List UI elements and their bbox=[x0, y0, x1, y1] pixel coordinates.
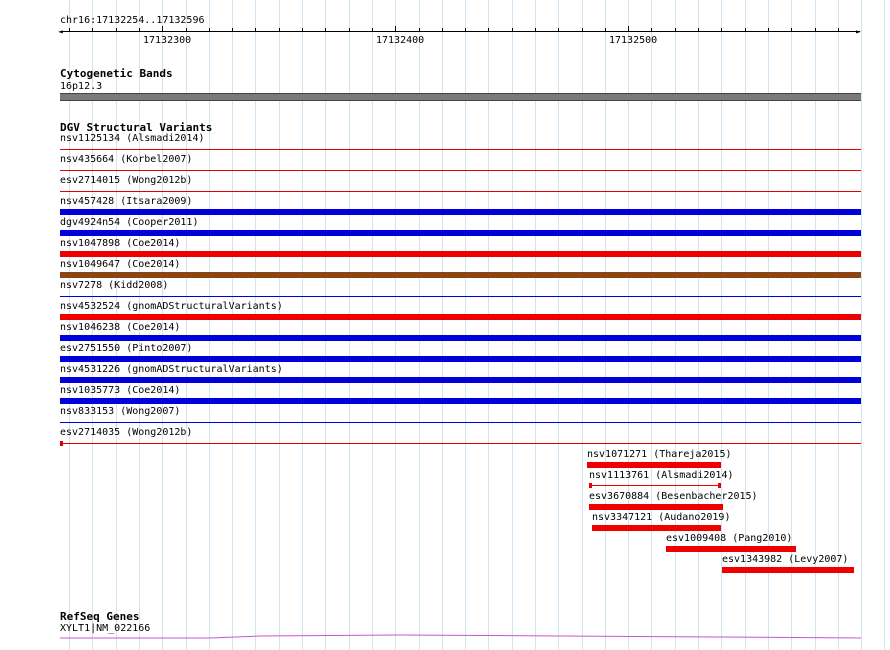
left-arrow-icon: ◄ bbox=[58, 28, 63, 36]
ruler-tick bbox=[745, 28, 746, 31]
variant-feature[interactable] bbox=[60, 356, 861, 362]
variant-feature[interactable] bbox=[60, 209, 861, 215]
ruler-tick bbox=[605, 28, 606, 31]
variant-label: nsv1046238 (Coe2014) bbox=[60, 322, 181, 333]
variant-feature[interactable] bbox=[60, 170, 861, 171]
ruler-tick bbox=[838, 28, 839, 31]
variant-label: dgv4924n54 (Cooper2011) bbox=[60, 217, 199, 228]
variant-label: esv1009408 (Pang2010) bbox=[666, 533, 793, 544]
ruler-tick bbox=[419, 28, 420, 31]
variant-label: nsv4532524 (gnomADStructuralVariants) bbox=[60, 301, 283, 312]
ruler-tick bbox=[768, 28, 769, 31]
variant-label: nsv1049647 (Coe2014) bbox=[60, 259, 181, 270]
ruler-tick bbox=[232, 28, 233, 31]
ruler-tick bbox=[465, 28, 466, 31]
variant-label: nsv435664 (Korbel2007) bbox=[60, 154, 193, 165]
variant-feature[interactable] bbox=[60, 335, 861, 341]
variant-feature[interactable] bbox=[592, 525, 721, 531]
variant-feature[interactable] bbox=[666, 546, 796, 552]
ruler-tick bbox=[815, 28, 816, 31]
variant-label: nsv1035773 (Coe2014) bbox=[60, 385, 181, 396]
genome-browser-view[interactable]: chr16:17132254..17132596 ◄ ► 17132300 17… bbox=[0, 0, 890, 650]
cytoband-track-title[interactable]: Cytogenetic Bands bbox=[60, 68, 173, 80]
ruler-tick bbox=[512, 28, 513, 31]
ruler-tick bbox=[372, 28, 373, 31]
ruler-tick bbox=[162, 26, 163, 31]
refseq-track-title[interactable]: RefSeq Genes bbox=[60, 611, 139, 623]
ruler-tick bbox=[302, 28, 303, 31]
variant-label: nsv1047898 (Coe2014) bbox=[60, 238, 181, 249]
ruler-tick bbox=[675, 28, 676, 31]
ruler-tick bbox=[69, 28, 70, 31]
right-arrow-icon: ► bbox=[856, 27, 861, 36]
ruler-tick bbox=[209, 28, 210, 31]
variant-label: esv3670884 (Besenbacher2015) bbox=[589, 491, 758, 502]
variant-label: esv2751550 (Pinto2007) bbox=[60, 343, 193, 354]
variant-feature[interactable] bbox=[60, 296, 861, 297]
variant-feature[interactable] bbox=[589, 504, 723, 510]
ruler-tick bbox=[139, 28, 140, 31]
ruler-tick bbox=[698, 28, 699, 31]
variant-label: nsv3347121 (Audano2019) bbox=[592, 512, 731, 523]
ruler-tick bbox=[628, 26, 629, 31]
variant-feature[interactable] bbox=[60, 443, 861, 444]
variant-feature[interactable] bbox=[60, 272, 861, 278]
ruler-tick bbox=[186, 28, 187, 31]
variant-label: nsv833153 (Wong2007) bbox=[60, 406, 181, 417]
variant-end-marker bbox=[589, 483, 592, 488]
ruler-tick bbox=[582, 28, 583, 31]
ruler-tick bbox=[349, 28, 350, 31]
ruler-tick bbox=[558, 28, 559, 31]
location-label: chr16:17132254..17132596 bbox=[60, 15, 205, 26]
cytoband-bar[interactable] bbox=[60, 93, 861, 101]
ruler-label-2: 17132400 bbox=[376, 35, 425, 46]
grid-line bbox=[861, 0, 862, 650]
variant-feature[interactable] bbox=[60, 422, 861, 423]
variant-label: nsv457428 (Itsara2009) bbox=[60, 196, 193, 207]
ruler-label-1: 17132300 bbox=[143, 35, 192, 46]
variant-label: esv2714015 (Wong2012b) bbox=[60, 175, 193, 186]
variant-feature[interactable] bbox=[60, 314, 861, 320]
ruler-tick bbox=[116, 28, 117, 31]
variant-label: esv1343982 (Levy2007) bbox=[722, 554, 849, 565]
variant-label: nsv7278 (Kidd2008) bbox=[60, 280, 169, 291]
variant-label: nsv1113761 (Alsmadi2014) bbox=[589, 470, 734, 481]
variant-label: nsv1071271 (Thareja2015) bbox=[587, 449, 732, 460]
ruler-tick bbox=[442, 28, 443, 31]
ruler-label-3: 17132500 bbox=[609, 35, 658, 46]
variant-feature[interactable] bbox=[587, 462, 721, 468]
cytoband-label: 16p12.3 bbox=[60, 81, 103, 92]
refseq-gene-feature[interactable] bbox=[0, 630, 890, 642]
variant-feature[interactable] bbox=[60, 398, 861, 404]
variant-feature[interactable] bbox=[722, 567, 854, 573]
variant-feature[interactable] bbox=[589, 485, 721, 486]
ruler-tick bbox=[651, 28, 652, 31]
ruler-tick bbox=[721, 28, 722, 31]
ruler-tick bbox=[535, 28, 536, 31]
ruler-tick bbox=[92, 28, 93, 31]
variant-end-marker bbox=[718, 483, 721, 488]
grid-line bbox=[884, 0, 885, 650]
ruler-tick bbox=[279, 28, 280, 31]
ruler-tick bbox=[791, 28, 792, 31]
variant-label: nsv1125134 (Alsmadi2014) bbox=[60, 133, 205, 144]
variant-feature[interactable] bbox=[60, 191, 861, 192]
ruler-tick bbox=[255, 28, 256, 31]
ruler-line bbox=[61, 31, 860, 32]
variant-label: nsv4531226 (gnomADStructuralVariants) bbox=[60, 364, 283, 375]
ruler-tick bbox=[395, 26, 396, 31]
ruler-tick bbox=[488, 28, 489, 31]
variant-feature[interactable] bbox=[60, 230, 861, 236]
variant-feature[interactable] bbox=[60, 149, 861, 150]
ruler-tick bbox=[325, 28, 326, 31]
variant-feature[interactable] bbox=[60, 377, 861, 383]
variant-label: esv2714035 (Wong2012b) bbox=[60, 427, 193, 438]
variant-feature[interactable] bbox=[60, 251, 861, 257]
variant-end-marker bbox=[60, 441, 63, 446]
